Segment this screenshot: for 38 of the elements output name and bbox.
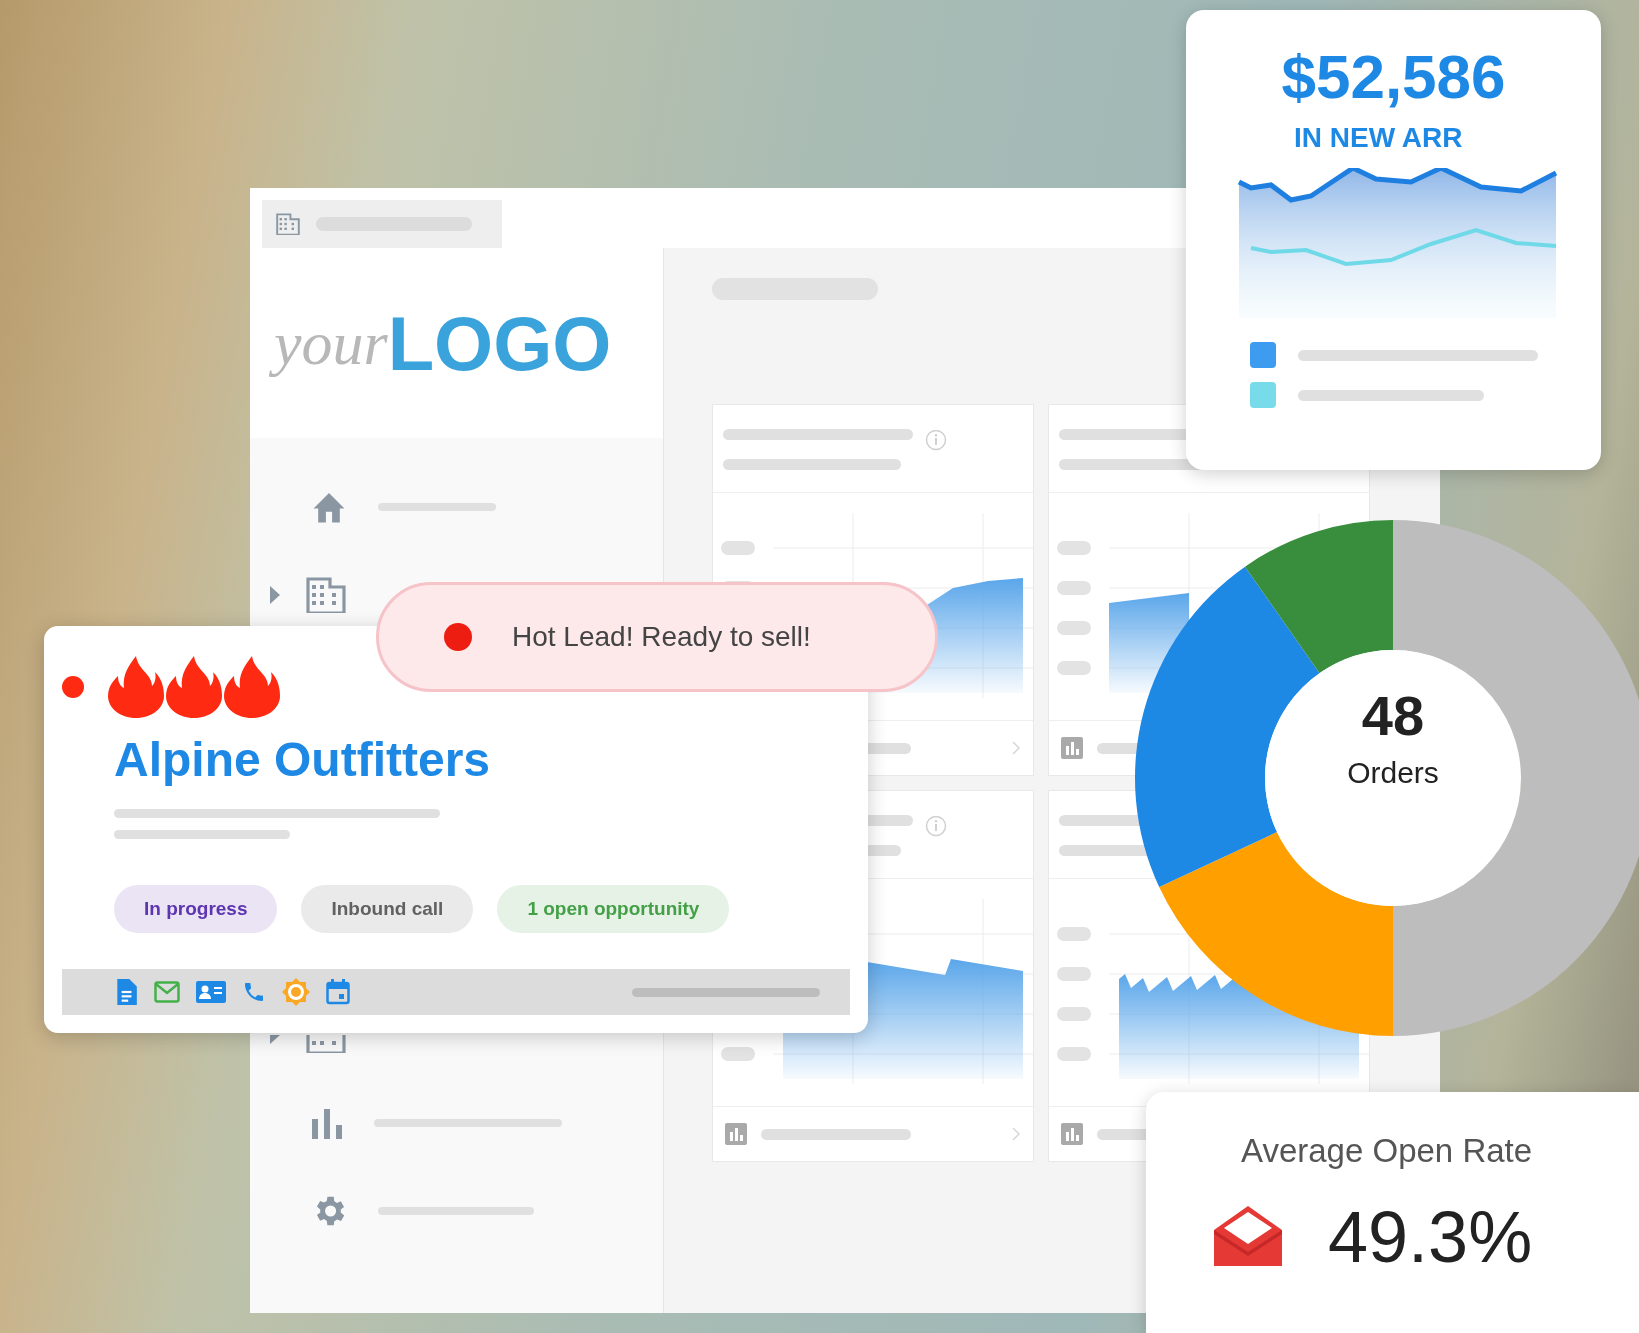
- phone-icon[interactable]: [242, 980, 266, 1004]
- flame-icon: [166, 656, 222, 718]
- open-rate-value: 49.3%: [1328, 1196, 1533, 1278]
- chevron-right-icon[interactable]: [1011, 1127, 1021, 1141]
- revenue-value: $52,586: [1280, 46, 1507, 108]
- status-dot: [444, 623, 472, 651]
- building-icon: [276, 213, 300, 235]
- status-tag: In progress: [114, 885, 278, 933]
- revenue-caption: IN NEW ARR: [1294, 122, 1464, 154]
- chevron-right-icon[interactable]: [1011, 741, 1021, 755]
- legend-swatch: [1250, 382, 1276, 408]
- mail-icon[interactable]: [154, 981, 180, 1003]
- bar-chart-icon: [725, 1123, 747, 1145]
- status-tag: Inbound call: [301, 885, 474, 933]
- bar-chart-icon: [1061, 1123, 1083, 1145]
- contact-card-icon[interactable]: [196, 981, 226, 1003]
- flame-icon: [224, 656, 280, 718]
- flame-icon: [108, 656, 164, 718]
- legend-swatch: [1250, 342, 1276, 368]
- document-icon[interactable]: [114, 979, 138, 1005]
- status-tag: 1 open opportunity: [497, 885, 730, 933]
- building-icon: [306, 1035, 346, 1053]
- bar-chart-icon: [310, 1107, 344, 1139]
- company-name[interactable]: Alpine Outfitters: [114, 732, 868, 787]
- bar-chart-icon: [1061, 737, 1083, 759]
- caret-icon[interactable]: [270, 586, 280, 604]
- orders-label: Orders: [1347, 756, 1439, 790]
- status-dot: [62, 676, 84, 698]
- building-icon: [306, 577, 346, 613]
- logo: yourLOGO: [250, 248, 663, 438]
- card-title: Average Open Rate: [1241, 1132, 1534, 1170]
- caret-icon[interactable]: [270, 1035, 280, 1044]
- info-icon[interactable]: [925, 429, 947, 451]
- orders-count: 48: [1361, 688, 1425, 744]
- badge-icon[interactable]: [282, 978, 310, 1006]
- calendar-icon[interactable]: [326, 979, 350, 1005]
- notification-text: Hot Lead! Ready to sell!: [512, 621, 811, 653]
- info-icon[interactable]: [925, 815, 947, 837]
